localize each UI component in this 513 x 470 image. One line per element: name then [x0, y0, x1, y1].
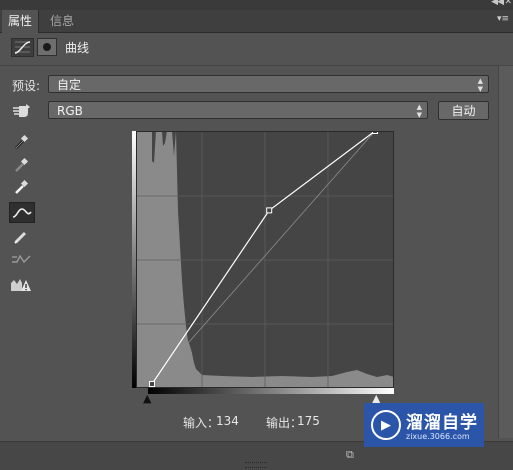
watermark-title: 溜溜自学	[406, 413, 478, 433]
updown-arrow-icon: ▲ ▼	[477, 77, 483, 93]
curves-adjustment-icon[interactable]	[11, 38, 34, 57]
watermark-url: zixue.3066.com	[406, 432, 470, 441]
curves-graph[interactable]	[132, 131, 394, 388]
auto-button[interactable]: 自动	[438, 101, 489, 120]
resize-grip[interactable]	[245, 462, 267, 468]
black-eyedropper-icon[interactable]	[10, 132, 32, 152]
gray-eyedropper-icon[interactable]	[10, 155, 32, 175]
preset-value: 自定	[57, 78, 82, 92]
input-gradient-bar	[148, 388, 394, 394]
clipping-warning-icon[interactable]	[10, 275, 32, 295]
hand-target-icon[interactable]	[10, 101, 32, 121]
panel-title-strip	[0, 0, 513, 10]
output-gradient-bar	[132, 131, 136, 388]
updown-arrow-icon: ▲ ▼	[416, 103, 422, 119]
preset-label: 预设:	[12, 79, 41, 93]
adjustment-title: 曲线	[65, 41, 90, 55]
clip-to-layer-icon[interactable]: ⧉	[346, 448, 362, 462]
watermark-logo: ▶ 溜溜自学 zixue.3066.com	[364, 403, 484, 447]
close-panel-icon[interactable]: ✕	[504, 0, 512, 7]
divider	[0, 65, 513, 66]
smooth-icon[interactable]	[10, 249, 32, 269]
curve-edit-icon[interactable]	[9, 202, 35, 223]
tab-info[interactable]: 信息	[44, 10, 80, 32]
channel-dropdown[interactable]: RGB ▲ ▼	[48, 101, 428, 119]
collapse-panel-icon[interactable]: ◀◀	[491, 0, 504, 7]
panel-menu-icon[interactable]: ▾≡	[497, 14, 509, 24]
mask-icon[interactable]	[37, 38, 57, 56]
pencil-icon[interactable]	[10, 227, 32, 247]
play-icon: ▶	[371, 410, 401, 440]
curve-control-point[interactable]	[266, 207, 273, 214]
channel-value: RGB	[57, 104, 83, 118]
black-point-slider[interactable]: ▲	[143, 392, 151, 405]
input-label: 输入：	[183, 416, 220, 430]
scrollbar[interactable]	[498, 66, 513, 438]
output-value: 175	[297, 414, 320, 428]
curve-control-point[interactable]	[149, 381, 155, 387]
input-value: 134	[216, 414, 239, 428]
tab-properties[interactable]: 属性	[2, 10, 40, 33]
white-eyedropper-icon[interactable]	[10, 177, 32, 197]
tab-bar: 属性 信息	[0, 10, 513, 33]
preset-dropdown[interactable]: 自定 ▲ ▼	[48, 75, 489, 93]
